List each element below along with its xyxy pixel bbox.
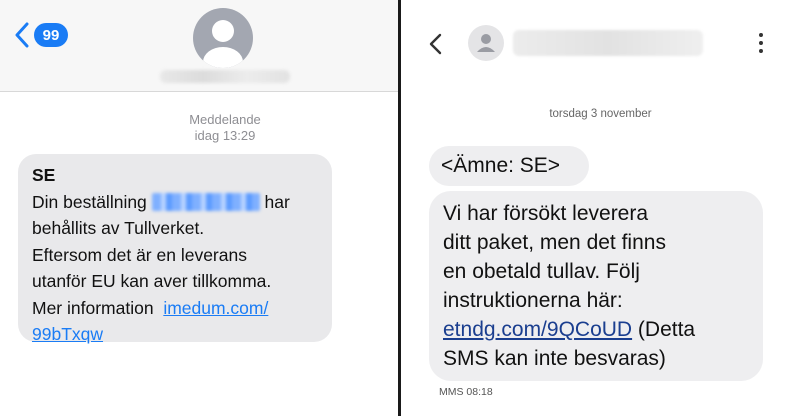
message-meta: Meddelande idag 13:29 (150, 112, 300, 144)
back-arrow-icon[interactable] (427, 32, 445, 56)
message-text: Mer information (32, 297, 154, 318)
message-timestamp: idag 13:29 (194, 128, 256, 143)
message-line: SMS kan inte besvaras) (443, 347, 666, 370)
message-line: 99bTxqw (32, 321, 318, 348)
message-line: Din beställning har (32, 189, 318, 216)
ios-header: 99 (0, 0, 398, 92)
back-chevron-icon (15, 22, 29, 48)
message-bubble[interactable]: Vi har försökt leverera ditt paket, men … (429, 191, 763, 381)
message-bubble[interactable]: SE Din beställning har behållits av Tull… (18, 154, 332, 344)
order-number-redacted (151, 192, 260, 211)
back-button[interactable]: 99 (14, 20, 70, 50)
message-text: har (264, 191, 290, 212)
contact-avatar[interactable] (468, 25, 504, 61)
date-separator: torsdag 3 november (549, 108, 652, 120)
contact-name-redacted[interactable] (513, 30, 703, 56)
subject-bubble[interactable]: <Ämne: SE> (429, 146, 589, 186)
message-line: etndg.com/9QCoUD (Detta (443, 315, 749, 344)
android-messages-screen: torsdag 3 november <Ämne: SE> Vi har för… (401, 0, 800, 416)
message-link-continued[interactable]: 99bTxqw (32, 324, 103, 344)
message-line: en obetald tullav. Följ (443, 260, 640, 283)
message-link[interactable]: imedum.com/ (163, 298, 268, 318)
message-line: Eftersom det är en leverans (32, 244, 247, 265)
message-type-label: Meddelande (189, 112, 261, 127)
message-timestamp: MMS 08:18 (439, 386, 493, 398)
message-line: utanför EU kan aver tillkomma. (32, 271, 272, 291)
more-vertical-icon[interactable] (755, 30, 767, 56)
message-line: Vi har försökt leverera (443, 202, 649, 225)
message-text: (Detta (632, 318, 696, 341)
avatar-icon (477, 34, 495, 52)
message-text: Din beställning (32, 191, 147, 212)
message-line: Mer information imedum.com/ (32, 295, 318, 322)
contact-name-redacted[interactable] (160, 70, 290, 83)
message-line: instruktionerna här: (443, 289, 623, 312)
message-title: SE (32, 165, 56, 185)
contact-avatar[interactable] (193, 8, 253, 68)
message-link[interactable]: etndg.com/9QCoUD (443, 318, 632, 341)
ios-messages-screen: 99 Meddelande idag 13:29 SE Din beställn… (0, 0, 398, 416)
message-line: behållits av Tullverket. (32, 218, 205, 238)
avatar-icon (203, 20, 243, 68)
message-line: ditt paket, men det finns (443, 231, 666, 254)
unread-count-badge: 99 (34, 23, 68, 47)
